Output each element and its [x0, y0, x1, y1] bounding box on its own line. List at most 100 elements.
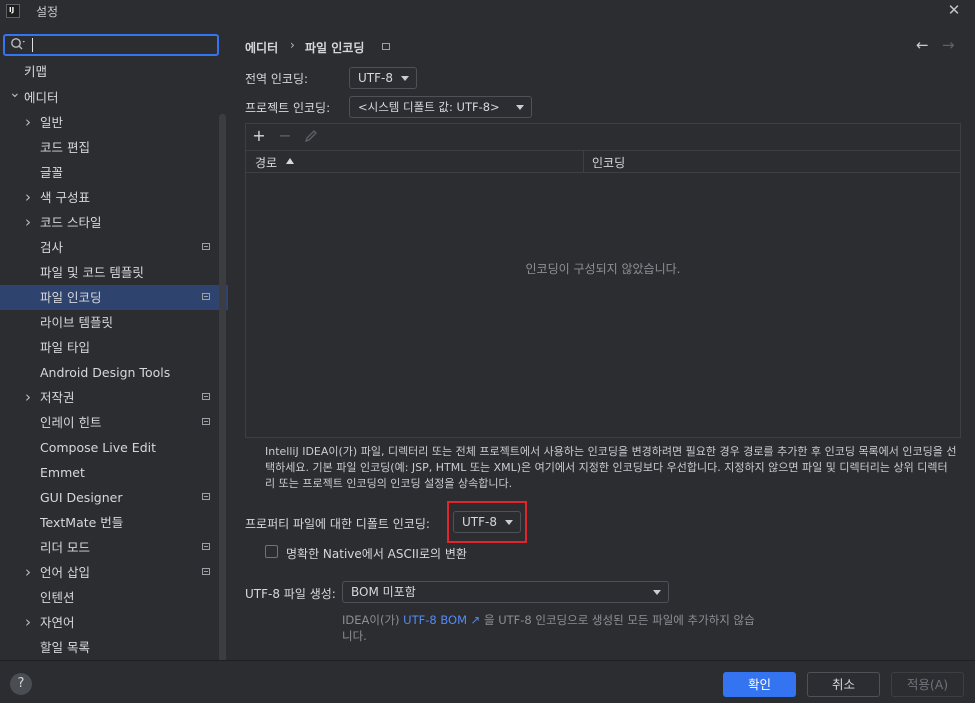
project-scope-icon	[202, 493, 210, 500]
sidebar-item[interactable]: GUI Designer	[0, 485, 228, 510]
global-encoding-select[interactable]: UTF-8	[349, 67, 417, 89]
sidebar-item[interactable]: 리더 모드	[0, 535, 228, 560]
table-toolbar: + −	[246, 124, 960, 151]
sidebar-item-label: 리더 모드	[40, 540, 90, 555]
sidebar-item-label: 파일 및 코드 템플릿	[40, 265, 144, 280]
sidebar-item[interactable]: 라이브 템플릿	[0, 310, 228, 335]
chevron-down-icon	[401, 76, 409, 81]
chevron-right-icon[interactable]: ›	[25, 385, 31, 410]
sidebar-item-label: 자연어	[40, 615, 75, 630]
back-arrow-icon[interactable]: ←	[916, 36, 929, 54]
chevron-right-icon[interactable]: ›	[25, 560, 31, 585]
sidebar-item[interactable]: 검사	[0, 235, 228, 260]
project-scope-icon	[202, 243, 210, 250]
project-scope-icon	[202, 393, 210, 400]
add-icon[interactable]: +	[250, 127, 268, 145]
chevron-right-icon[interactable]: ›	[25, 110, 31, 135]
chevron-right-icon[interactable]: ›	[25, 610, 31, 635]
text-caret	[32, 38, 33, 52]
native-ascii-checkbox[interactable]	[265, 545, 278, 558]
sidebar-item[interactable]: 글꼴	[0, 160, 228, 185]
sidebar-item[interactable]: › 저작권	[0, 385, 228, 410]
project-scope-icon	[202, 543, 210, 550]
sidebar-item-label: GUI Designer	[40, 490, 123, 505]
table-empty-text: 인코딩이 구성되지 않았습니다.	[525, 262, 681, 276]
sidebar-item[interactable]: ⌄ 에디터	[0, 85, 228, 110]
cancel-button[interactable]: 취소	[807, 672, 880, 697]
sidebar-item-label: 검사	[40, 240, 64, 255]
utf8-bom-link[interactable]: UTF-8 BOM ↗	[403, 613, 480, 627]
sidebar-item-label: 저작권	[40, 390, 75, 405]
sidebar-item-label: Compose Live Edit	[40, 440, 157, 455]
search-input[interactable]	[3, 34, 219, 56]
sidebar-item[interactable]: › 일반	[0, 110, 228, 135]
search-icon	[11, 38, 25, 50]
edit-icon[interactable]	[304, 129, 318, 143]
sidebar-item-label: 언어 삽입	[40, 565, 90, 580]
sort-ascending-icon	[286, 158, 294, 164]
sidebar-item[interactable]: › 색 구성표	[0, 185, 228, 210]
sidebar-item-label: Emmet	[40, 465, 85, 480]
sidebar-item[interactable]: Compose Live Edit	[0, 435, 228, 460]
sidebar-item-label: 라이브 템플릿	[40, 315, 113, 330]
close-icon[interactable]: ✕	[945, 1, 963, 19]
remove-icon[interactable]: −	[276, 127, 294, 145]
chevron-right-icon[interactable]: ›	[25, 210, 31, 235]
sidebar-item[interactable]: 인레이 힌트	[0, 410, 228, 435]
sidebar-item[interactable]: 키맵	[0, 59, 228, 84]
sidebar-item[interactable]: Android Design Tools	[0, 360, 228, 385]
sidebar-item-label: 일반	[40, 115, 64, 130]
sidebar-item-label: 코드 스타일	[40, 215, 102, 230]
sidebar-item[interactable]: › 언어 삽입	[0, 560, 228, 585]
sidebar-item-label: 키맵	[24, 64, 48, 79]
bom-select[interactable]: BOM 미포함	[342, 581, 669, 603]
breadcrumb-parent[interactable]: 에디터	[245, 39, 278, 56]
bom-note: IDEA이(가) UTF-8 BOM ↗ 을 UTF-8 인코딩으로 생성된 모…	[342, 612, 762, 644]
apply-button[interactable]: 적용(A)	[891, 672, 964, 697]
sidebar-item-label: 파일 타입	[40, 340, 90, 355]
project-scope-icon	[382, 43, 390, 50]
properties-encoding-value: UTF-8	[462, 515, 497, 529]
properties-encoding-select[interactable]: UTF-8	[453, 511, 521, 533]
sidebar-item[interactable]: 코드 편집	[0, 135, 228, 160]
help-button[interactable]: ?	[10, 673, 32, 695]
sidebar-item-label: 에디터	[24, 90, 59, 105]
ok-button[interactable]: 확인	[723, 672, 796, 697]
sidebar-item[interactable]: 파일 인코딩	[0, 285, 228, 310]
sidebar-item[interactable]: 파일 타입	[0, 335, 228, 360]
column-header-encoding[interactable]: 인코딩	[592, 154, 625, 171]
chevron-down-icon	[505, 520, 513, 525]
sidebar-item[interactable]: 할일 목록	[0, 635, 228, 660]
bom-label: UTF-8 파일 생성:	[245, 587, 336, 601]
intellij-logo-icon: IJ	[6, 4, 20, 18]
chevron-right-icon[interactable]: ›	[25, 185, 31, 210]
sidebar-item[interactable]: 인텐션	[0, 585, 228, 610]
column-header-path[interactable]: 경로	[255, 154, 277, 171]
sidebar-scrollbar[interactable]	[219, 114, 226, 660]
forward-arrow-icon[interactable]: →	[942, 36, 955, 54]
sidebar-item-label: 인레이 힌트	[40, 415, 102, 430]
global-encoding-label: 전역 인코딩:	[245, 72, 309, 86]
project-scope-icon	[202, 418, 210, 425]
project-encoding-value: <시스템 디폴트 값: UTF-8>	[358, 100, 500, 114]
native-ascii-label[interactable]: 명확한 Native에서 ASCII로의 변환	[286, 545, 467, 562]
page-title: 파일 인코딩	[305, 41, 365, 55]
sidebar-item[interactable]: Emmet	[0, 460, 228, 485]
sidebar-item[interactable]: 파일 및 코드 템플릿	[0, 260, 228, 285]
settings-sidebar: 키맵 ⌄ 에디터 › 일반 코드 편집 글꼴 › 색 구성표 › 코드 스타일 검사 파일 및 코드 템…	[0, 22, 228, 660]
column-divider[interactable]	[583, 150, 584, 172]
project-scope-icon	[202, 293, 210, 300]
sidebar-item-label: TextMate 번들	[40, 515, 124, 530]
properties-encoding-label: 프로퍼티 파일에 대한 디폴트 인코딩:	[245, 517, 430, 531]
sidebar-item[interactable]: TextMate 번들	[0, 510, 228, 535]
settings-main-panel: 에디터 › 파일 인코딩 ← → 전역 인코딩: UTF-8 프로젝트 인코딩:…	[229, 22, 975, 660]
project-encoding-select[interactable]: <시스템 디폴트 값: UTF-8>	[349, 96, 532, 118]
sidebar-item[interactable]: › 코드 스타일	[0, 210, 228, 235]
help-description: IntelliJ IDEA이(가) 파일, 디렉터리 또는 전체 프로젝트에서 …	[265, 445, 957, 490]
sidebar-item-label: 인텐션	[40, 590, 75, 605]
sidebar-item[interactable]: › 자연어	[0, 610, 228, 635]
chevron-down-icon[interactable]: ⌄	[9, 81, 21, 106]
title-bar: IJ 설정 ✕	[0, 0, 975, 22]
chevron-down-icon	[653, 590, 661, 595]
sidebar-item-label: 색 구성표	[40, 190, 90, 205]
